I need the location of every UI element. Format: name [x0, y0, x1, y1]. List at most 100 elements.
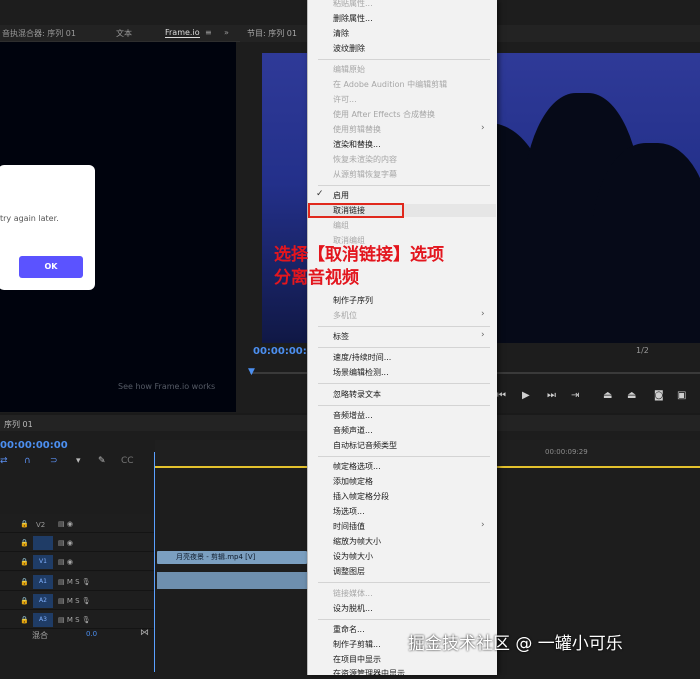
step-back-icon[interactable]: ⏮ [497, 390, 506, 401]
timeline-timecode[interactable]: 00:00:00:00 [0, 440, 68, 451]
menu-item-enable[interactable]: 启用 [333, 190, 349, 201]
menu-item-field-options[interactable]: 场选项... [333, 506, 365, 517]
tree-silhouette [592, 143, 700, 343]
menu-item-replace-with-clip[interactable]: 使用剪辑替换 [333, 124, 381, 135]
menu-item-set-to-frame[interactable]: 设为帧大小 [333, 551, 373, 562]
source-patch-v1[interactable]: V1 [33, 555, 53, 569]
menu-item-frame-hold-options[interactable]: 帧定格选项... [333, 461, 381, 472]
audio-clip[interactable] [157, 572, 307, 589]
menu-item-paste-attributes[interactable]: 粘贴属性... [333, 0, 373, 9]
track-target-a3[interactable]: A3 [33, 613, 53, 627]
mix-end-icon[interactable]: ⋈ [140, 628, 149, 638]
marker-icon[interactable]: ▾ [76, 456, 81, 466]
menu-item-make-subclip[interactable]: 制作子剪辑... [333, 639, 381, 650]
captions-icon[interactable]: CC [121, 456, 134, 466]
menu-item-insert-frame-hold[interactable]: 插入帧定格分段 [333, 491, 389, 502]
menu-item-ignore-transcript[interactable]: 忽略转录文本 [333, 389, 381, 400]
menu-separator [318, 405, 490, 406]
tab-frameio[interactable]: Frame.io [165, 28, 200, 38]
menu-item-restore-unrendered[interactable]: 恢复未渲染的内容 [333, 154, 397, 165]
track-toggle-icons[interactable]: ▤ ◉ [58, 520, 73, 528]
menu-item-edit-original[interactable]: 编辑原始 [333, 64, 365, 75]
track-toggle-icons[interactable]: ▤ ◉ [58, 558, 73, 566]
menu-item-restore-captions[interactable]: 从源剪辑恢复字幕 [333, 169, 397, 180]
annotation-text: 选择【取消链接】选项 分离音视频 [274, 244, 444, 290]
menu-separator [318, 59, 490, 60]
menu-separator [318, 582, 490, 583]
menu-item-scene-edit-detection[interactable]: 场景编辑检测... [333, 367, 389, 378]
track-toggle-icons[interactable]: ▤ ◉ [58, 539, 73, 547]
snap-icon[interactable]: ∩ [24, 456, 31, 466]
annotation-line-2: 分离音视频 [274, 268, 359, 288]
menu-item-audio-gain[interactable]: 音频增益... [333, 410, 373, 421]
menu-item-group[interactable]: 编组 [333, 220, 349, 231]
mix-track-label: 混合 [32, 631, 48, 640]
menu-item-make-offline[interactable]: 设为脱机... [333, 603, 373, 614]
menu-item-link-media[interactable]: 链接媒体... [333, 588, 373, 599]
tab-text[interactable]: 文本 [116, 28, 132, 39]
menu-item-reveal-in-explorer[interactable]: 在资源管理器中显示... [333, 668, 413, 679]
menu-item-edit-in-audition[interactable]: 在 Adobe Audition 中编辑剪辑 [333, 79, 447, 90]
playhead-marker-icon[interactable]: ▼ [248, 367, 255, 377]
menu-item-replace-after-effects[interactable]: 使用 After Effects 合成替换 [333, 109, 435, 120]
track-target-a1[interactable]: A1 [33, 575, 53, 589]
track-target-a2[interactable]: A2 [33, 594, 53, 608]
expand-panels-icon[interactable]: » [224, 28, 229, 37]
menu-item-license[interactable]: 许可... [333, 94, 357, 105]
menu-item-auto-audio-type[interactable]: 自动标记音频类型 [333, 440, 397, 451]
submenu-arrow-icon: › [481, 330, 485, 340]
menu-separator [318, 456, 490, 457]
menu-item-multicam[interactable]: 多机位 [333, 310, 357, 321]
lock-icon[interactable]: 🔒 [20, 539, 29, 547]
menu-item-reveal-in-project[interactable]: 在项目中显示 [333, 654, 381, 665]
resolution-select[interactable]: 1/2 [636, 346, 649, 355]
frameio-help-link[interactable]: See how Frame.io works [118, 382, 215, 391]
go-to-out-icon[interactable]: ⇥ [571, 390, 579, 401]
play-icon[interactable]: ▶ [522, 390, 530, 401]
menu-item-adjustment-layer[interactable]: 调整图层 [333, 566, 365, 577]
menu-item-label[interactable]: 标签 [333, 331, 349, 342]
menu-item-scale-to-frame[interactable]: 缩放为帧大小 [333, 536, 381, 547]
step-forward-icon[interactable]: ⏭ [547, 390, 556, 401]
track-toggle-icons[interactable]: ▤ M S 🎙 [58, 616, 91, 624]
lift-icon[interactable]: ⏏ [603, 390, 612, 401]
watermark: 掘金技术社区 @ 一罐小可乐 [408, 634, 623, 654]
menu-separator [318, 326, 490, 327]
program-monitor-title[interactable]: 节目: 序列 01 [247, 28, 297, 39]
lock-icon[interactable]: 🔒 [20, 578, 29, 586]
lock-icon[interactable]: 🔒 [20, 616, 29, 624]
timeline-title[interactable]: 序列 01 [4, 419, 33, 430]
track-toggle-icons[interactable]: ▤ M S 🎙 [58, 578, 91, 586]
menu-item-rename[interactable]: 重命名... [333, 624, 365, 635]
compare-icon[interactable]: ▣ [677, 390, 686, 401]
checkmark-icon: ✓ [316, 189, 324, 199]
menu-item-clear[interactable]: 清除 [333, 28, 349, 39]
menu-item-speed-duration[interactable]: 速度/持续时间... [333, 352, 391, 363]
lock-icon[interactable]: 🔒 [20, 520, 29, 528]
menu-item-time-interpolation[interactable]: 时间插值 [333, 521, 365, 532]
menu-item-make-subsequence[interactable]: 制作子序列 [333, 295, 373, 306]
timeline-playhead[interactable] [154, 452, 155, 672]
menu-item-ripple-delete[interactable]: 波纹删除 [333, 43, 365, 54]
menu-item-add-frame-hold[interactable]: 添加帧定格 [333, 476, 373, 487]
dialog-message: try again later. [0, 214, 59, 223]
extract-icon[interactable]: ⏏ [627, 390, 636, 401]
menu-item-audio-channels[interactable]: 音频声道... [333, 425, 373, 436]
lock-icon[interactable]: 🔒 [20, 597, 29, 605]
ok-button[interactable]: OK [19, 256, 83, 278]
track-toggle-icons[interactable]: ▤ M S 🎙 [58, 597, 91, 605]
menu-item-remove-attributes[interactable]: 删除属性... [333, 13, 373, 24]
wrench-icon[interactable]: ✎ [98, 456, 106, 466]
track-label-v2[interactable]: V2 [36, 521, 45, 529]
nest-icon[interactable]: ⇄ [0, 456, 8, 466]
video-clip-label: 月亮夜景 - 剪辑.mp4 [V] [176, 553, 256, 561]
camera-icon[interactable]: ◙ [654, 390, 664, 401]
mix-volume-value[interactable]: 0.0 [86, 630, 97, 638]
menu-separator [318, 347, 490, 348]
linked-selection-icon[interactable]: ⊃ [50, 456, 58, 466]
lock-icon[interactable]: 🔒 [20, 558, 29, 566]
panel-menu-icon[interactable]: ≡ [205, 28, 212, 37]
tab-audio-mixer[interactable]: 音执混合器: 序列 01 [2, 28, 76, 39]
track-target-v1[interactable] [33, 536, 53, 550]
menu-item-render-replace[interactable]: 渲染和替换... [333, 139, 381, 150]
